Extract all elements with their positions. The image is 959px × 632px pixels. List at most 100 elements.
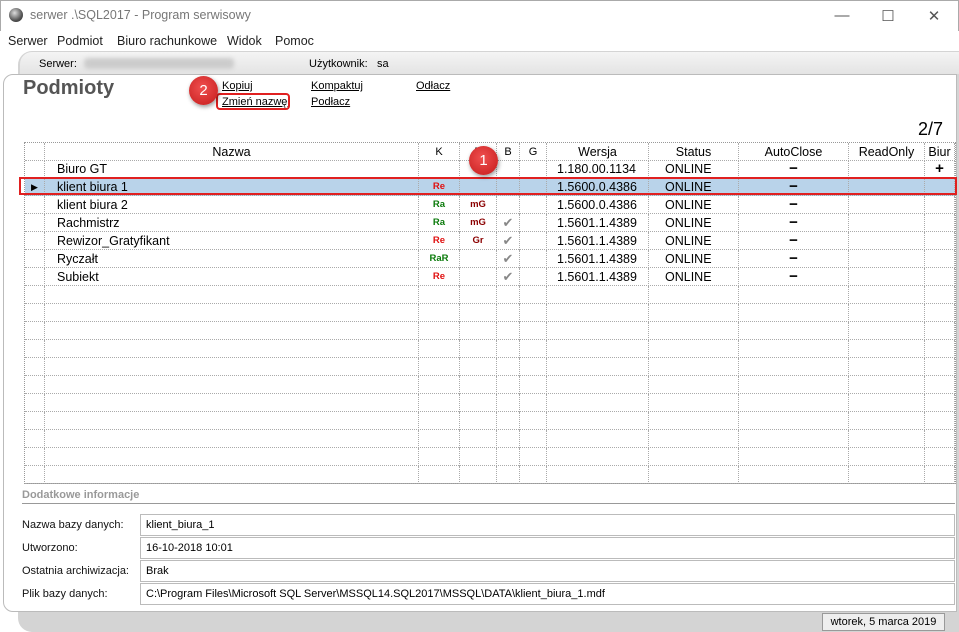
empty-cell xyxy=(925,430,955,448)
kopiuj-link[interactable]: Kopiuj xyxy=(222,80,253,92)
cell-readonly xyxy=(849,160,925,178)
cell-k: RaR xyxy=(419,250,460,268)
cell-biur: + xyxy=(925,160,955,178)
cell-k xyxy=(419,160,460,178)
empty-cell xyxy=(547,448,649,466)
empty-cell xyxy=(25,358,45,376)
menu-biuro-rachunkowe[interactable]: Biuro rachunkowe xyxy=(117,34,217,48)
empty-cell xyxy=(739,466,849,484)
empty-cell xyxy=(45,430,419,448)
table-row[interactable]: Ryczałt RaR ✔ 1.5601.1.4389 ONLINE − xyxy=(25,250,955,268)
column-header-g[interactable]: G xyxy=(520,143,547,161)
check-icon xyxy=(497,160,520,178)
empty-cell xyxy=(649,286,739,304)
page-title: Podmioty xyxy=(23,77,115,99)
check-icon xyxy=(497,196,520,214)
info-field[interactable]: 16-10-2018 10:01 xyxy=(140,537,955,559)
cell-version: 1.5600.0.4386 xyxy=(547,196,649,214)
cell-version: 1.5601.1.4389 xyxy=(547,268,649,286)
empty-cell xyxy=(849,430,925,448)
maximize-button[interactable]: ☐ xyxy=(865,0,911,31)
menu-widok[interactable]: Widok xyxy=(227,34,262,48)
cell-readonly xyxy=(849,196,925,214)
column-header-readonly[interactable]: ReadOnly xyxy=(849,143,925,161)
column-header-k[interactable]: K xyxy=(419,143,460,161)
cell-readonly xyxy=(849,232,925,250)
info-field[interactable]: Brak xyxy=(140,560,955,582)
cell-status: ONLINE xyxy=(649,250,739,268)
empty-row xyxy=(25,358,955,376)
menu-serwer[interactable]: Serwer xyxy=(8,34,48,48)
empty-cell xyxy=(497,412,520,430)
check-icon: ✔ xyxy=(497,214,520,232)
cell-autoclose: − xyxy=(739,268,849,286)
column-header-b[interactable]: B xyxy=(497,143,520,161)
info-field[interactable]: klient_biura_1 xyxy=(140,514,955,536)
column-header-autoclose[interactable]: AutoClose xyxy=(739,143,849,161)
user-label: Użytkownik: xyxy=(309,58,368,70)
empty-cell xyxy=(849,322,925,340)
empty-cell xyxy=(419,394,460,412)
kompaktuj-link[interactable]: Kompaktuj xyxy=(311,80,363,92)
empty-cell xyxy=(497,376,520,394)
empty-cell xyxy=(849,286,925,304)
empty-row xyxy=(25,466,955,484)
empty-cell xyxy=(547,394,649,412)
empty-cell xyxy=(25,340,45,358)
column-header-biur[interactable]: Biur xyxy=(925,143,955,161)
empty-cell xyxy=(547,286,649,304)
empty-cell xyxy=(45,448,419,466)
zmien-nazwe-link[interactable]: Zmień nazwę xyxy=(222,96,287,108)
cell-biur xyxy=(925,250,955,268)
column-header-status[interactable]: Status xyxy=(649,143,739,161)
menu-podmiot[interactable]: Podmiot xyxy=(57,34,103,48)
empty-cell xyxy=(925,304,955,322)
empty-cell xyxy=(460,376,497,394)
close-button[interactable]: ✕ xyxy=(911,0,957,31)
cell-name: Subiekt xyxy=(45,268,419,286)
empty-cell xyxy=(419,286,460,304)
empty-cell xyxy=(520,376,547,394)
cell-k: Re xyxy=(419,268,460,286)
empty-cell xyxy=(925,340,955,358)
empty-cell xyxy=(547,412,649,430)
empty-cell xyxy=(497,358,520,376)
empty-cell xyxy=(649,466,739,484)
info-field[interactable]: C:\Program Files\Microsoft SQL Server\MS… xyxy=(140,583,955,605)
cell-k: Re xyxy=(419,232,460,250)
cell-status: ONLINE xyxy=(649,196,739,214)
empty-cell xyxy=(547,340,649,358)
podlacz-link[interactable]: Podłacz xyxy=(311,96,350,108)
table-row[interactable]: Rachmistrz Ra mG ✔ 1.5601.1.4389 ONLINE − xyxy=(25,214,955,232)
empty-cell xyxy=(849,448,925,466)
column-header-nazwa[interactable]: Nazwa xyxy=(45,143,419,161)
check-icon: ✔ xyxy=(497,250,520,268)
empty-cell xyxy=(520,412,547,430)
odlacz-link[interactable]: Odłacz xyxy=(416,80,450,92)
cell-autoclose: − xyxy=(739,160,849,178)
cell-g xyxy=(520,268,547,286)
empty-row xyxy=(25,322,955,340)
minimize-button[interactable]: — xyxy=(819,0,865,31)
empty-cell xyxy=(520,304,547,322)
cell-name: klient biura 2 xyxy=(45,196,419,214)
empty-cell xyxy=(45,340,419,358)
row-indicator xyxy=(25,196,45,214)
empty-cell xyxy=(460,412,497,430)
empty-row xyxy=(25,340,955,358)
empty-cell xyxy=(849,304,925,322)
cell-name: Rachmistrz xyxy=(45,214,419,232)
column-header-wersja[interactable]: Wersja xyxy=(547,143,649,161)
menu-pomoc[interactable]: Pomoc xyxy=(275,34,314,48)
empty-cell xyxy=(520,286,547,304)
table-row[interactable]: Rewizor_Gratyfikant Re Gr ✔ 1.5601.1.4389 ONL… xyxy=(25,232,955,250)
empty-cell xyxy=(497,448,520,466)
table-row[interactable]: Subiekt Re ✔ 1.5601.1.4389 ONLINE − xyxy=(25,268,955,286)
cell-p xyxy=(460,268,497,286)
cell-autoclose: − xyxy=(739,214,849,232)
info-label: Plik bazy danych: xyxy=(22,588,108,600)
cell-biur xyxy=(925,268,955,286)
table-row[interactable]: klient biura 2 Ra mG 1.5600.0.4386 ONLINE − xyxy=(25,196,955,214)
cell-g xyxy=(520,232,547,250)
empty-cell xyxy=(25,304,45,322)
